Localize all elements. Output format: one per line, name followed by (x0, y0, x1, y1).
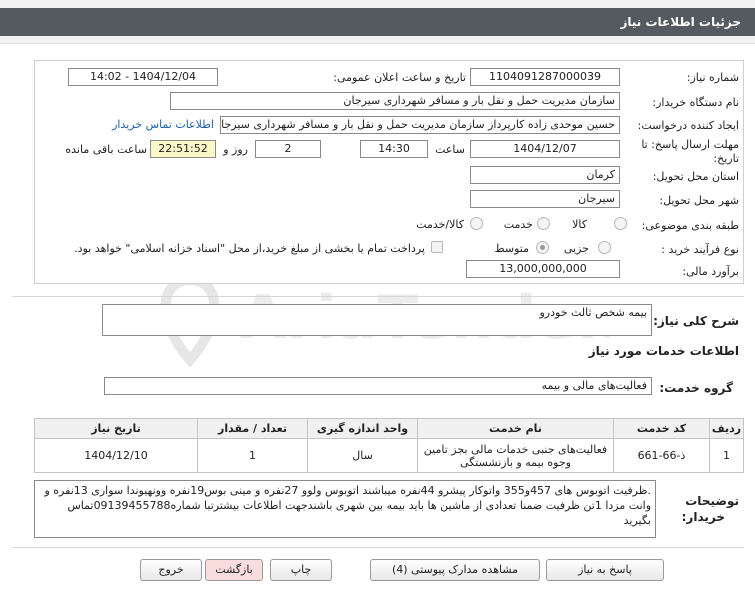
deadline-time-field: 14:30 (360, 140, 428, 158)
title-bar: جزئیات اطلاعات نیاز (0, 0, 755, 44)
deadline-date-label: تاریخ: (713, 152, 739, 165)
budget-label: برآورد مالی: (682, 265, 739, 278)
days-label: روز و (223, 143, 248, 156)
category-service-radio[interactable] (537, 217, 550, 230)
category-both-label: کالا/خدمت (416, 218, 464, 231)
service-group-field: فعالیت‌های مالی و بیمه (104, 377, 652, 395)
col-row: ردیف (709, 418, 744, 439)
attachments-button[interactable]: مشاهده مدارک پیوستی (4) (370, 559, 540, 581)
province-label: استان محل تحویل: (652, 170, 739, 183)
buyer-notes-label: توضیحات (685, 494, 739, 508)
deadline-date-field: 1404/12/07 (470, 140, 620, 158)
treasury-payment-note: پرداخت تمام یا بخشی از مبلغ خرید،از محل … (74, 242, 425, 255)
need-number-field: 1104091287000039 (470, 68, 620, 86)
process-label: نوع فرآیند خرید : (661, 243, 739, 256)
treasury-payment-checkbox[interactable] (431, 241, 443, 253)
category-goods-radio[interactable] (614, 217, 627, 230)
exit-button[interactable]: خروج (140, 559, 202, 581)
announce-field: 1404/12/04 - 14:02 (68, 68, 218, 86)
service-group-label: گروه خدمت: (659, 381, 733, 395)
budget-field: 13,000,000,000 (466, 260, 620, 278)
process-medium-radio[interactable] (536, 241, 549, 254)
need-number-label: شماره نیاز: (686, 71, 739, 84)
col-code: کد خدمت (613, 418, 710, 439)
reply-button[interactable]: پاسخ به نیاز (546, 559, 664, 581)
table-row: 1 ذ-66-661 فعالیت‌های جنبی خدمات مالی بج… (34, 438, 744, 473)
col-name: نام خدمت (417, 418, 614, 439)
city-label: شهر محل تحویل: (659, 194, 739, 207)
city-field: سیرجان (470, 190, 620, 208)
cell-name: فعالیت‌های جنبی خدمات مالی بجز تامین وجو… (417, 438, 614, 473)
divider (12, 296, 744, 297)
remaining-time-field: 22:51:52 (150, 140, 216, 158)
province-field: کرمان (470, 166, 620, 184)
cell-unit: سال (307, 438, 418, 473)
category-service-label: خدمت (503, 218, 533, 231)
buyer-notes-field: .ظرفیت اتوبوس های 457و355 واتوکار پیشرو … (34, 480, 656, 538)
buyer-notes-label-2: خریدار: (681, 510, 725, 524)
buyer-contact-link[interactable]: اطلاعات تماس خریدار (112, 118, 214, 131)
col-qty: تعداد / مقدار (197, 418, 308, 439)
cell-row: 1 (709, 438, 744, 473)
category-label: طبقه بندی موضوعی: (641, 219, 739, 232)
services-section-title: اطلاعات خدمات مورد نیاز (588, 344, 739, 358)
cell-date: 1404/12/10 (34, 438, 198, 473)
category-goods-label: کالا (572, 218, 587, 231)
print-button[interactable]: چاپ (270, 559, 332, 581)
process-medium-label: متوسط (494, 242, 529, 255)
services-table: ردیف کد خدمت نام خدمت واحد اندازه گیری ت… (34, 418, 744, 473)
process-minor-label: جزیی (563, 242, 589, 255)
category-both-radio[interactable] (470, 217, 483, 230)
deadline-hour-label: ساعت (435, 143, 465, 156)
back-button[interactable]: بازگشت (205, 559, 263, 581)
creator-label: ایجاد کننده درخواست: (637, 119, 739, 132)
deadline-label: مهلت ارسال پاسخ: تا (641, 138, 739, 151)
process-minor-radio[interactable] (598, 241, 611, 254)
page-title: جزئیات اطلاعات نیاز (620, 15, 741, 29)
summary-label: شرح کلی نیاز: (653, 314, 739, 328)
cell-qty: 1 (197, 438, 308, 473)
summary-field: بیمه شخص ثالث خودرو (102, 304, 652, 336)
buyer-org-label: نام دستگاه خریدار: (652, 96, 739, 109)
remaining-label: ساعت باقی مانده (65, 143, 147, 156)
creator-field: حسین موحدی زاده کارپرداز سازمان مدیریت ح… (220, 116, 620, 134)
divider-bottom (12, 547, 744, 548)
buyer-org-field: سازمان مدیریت حمل و نقل بار و مسافر شهرد… (170, 92, 620, 110)
cell-code: ذ-66-661 (613, 438, 710, 473)
col-unit: واحد اندازه گیری (307, 418, 418, 439)
announce-label: تاریخ و ساعت اعلان عمومی: (333, 71, 466, 84)
col-date: تاریخ نیاز (34, 418, 198, 439)
days-field: 2 (255, 140, 321, 158)
